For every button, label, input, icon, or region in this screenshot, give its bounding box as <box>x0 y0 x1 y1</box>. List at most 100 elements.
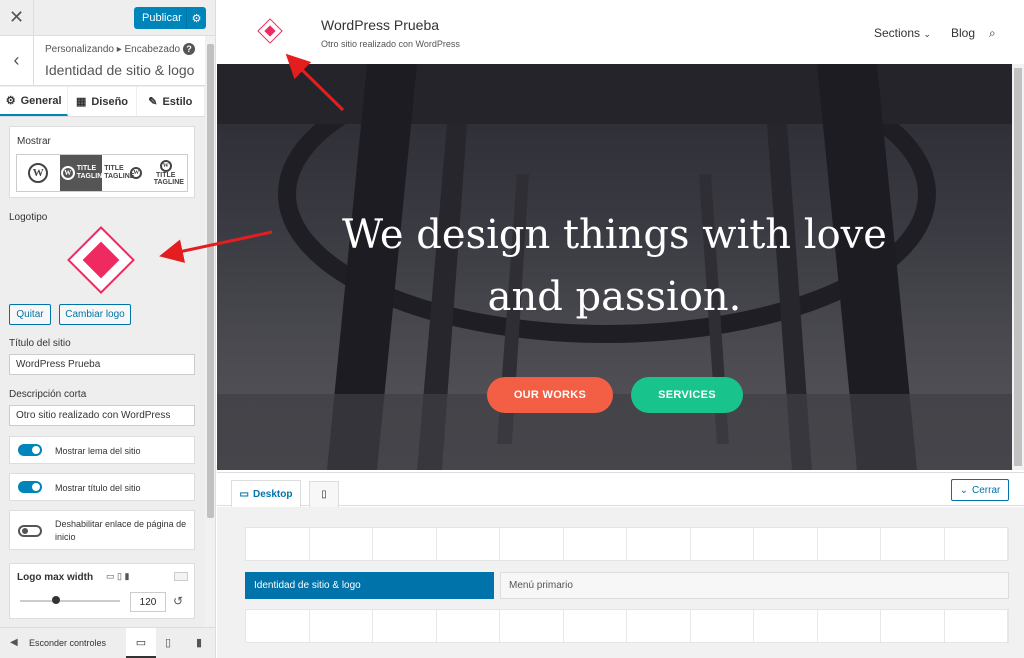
mobile-icon: ▯ <box>321 489 327 500</box>
publish-label: Publicar <box>142 12 182 24</box>
sidebar-scrollbar[interactable] <box>205 36 215 626</box>
tab-estilo-label: Estilo <box>162 95 193 108</box>
help-icon[interactable]: ? <box>183 43 195 55</box>
gear-icon[interactable]: ⚙ <box>186 7 206 29</box>
remove-logo-button[interactable]: Quitar <box>9 304 51 325</box>
builder-item-primary-menu[interactable]: Menú primario <box>500 572 1009 599</box>
preview-mobile-icon[interactable]: ▮ <box>196 636 202 649</box>
builder-row-bottom[interactable] <box>245 609 1009 643</box>
close-icon[interactable]: ✕ <box>0 0 34 35</box>
wordpress-logo-icon: W <box>60 166 75 180</box>
logo-preview <box>67 226 135 294</box>
show-options: W W TITLE TAGLINE TITLE TAGLINE W W TITLE T… <box>16 154 188 192</box>
tab-general-label: General <box>20 94 62 107</box>
toggle-show-title[interactable] <box>18 481 42 493</box>
change-logo-button[interactable]: Cambiar logo <box>59 304 131 325</box>
hero-section: We design things with love and passion. … <box>217 64 1012 470</box>
site-logo[interactable] <box>257 18 283 44</box>
wordpress-logo-icon: W <box>28 163 49 183</box>
preview-tablet-icon[interactable]: ▯ <box>165 636 171 649</box>
publish-button[interactable]: Publicar ⚙ <box>134 7 206 29</box>
site-description: Otro sitio realizado con WordPress <box>321 39 460 49</box>
nav-sections-label: Sections <box>874 26 921 40</box>
hide-controls-icon[interactable]: ◀ <box>10 637 18 648</box>
site-title[interactable]: WordPress Prueba <box>321 17 439 33</box>
logo-width-slider[interactable] <box>20 600 120 602</box>
desktop-icon[interactable]: ▭ <box>106 571 115 581</box>
tab-general[interactable]: ⚙ General <box>0 87 69 116</box>
toggle-title-label: Mostrar título del sitio <box>55 483 141 493</box>
show-option-logo-title[interactable]: W TITLE TAGLINE <box>59 155 107 191</box>
customizer-sidebar: ✕ Publicar ⚙ ‹ Personalizando ▸ Encabeza… <box>0 0 216 658</box>
site-header: WordPress Prueba Otro sitio realizado co… <box>217 0 1024 64</box>
toggle-show-tagline[interactable] <box>18 444 42 456</box>
tab-desktop[interactable]: ▭ Desktop <box>231 480 301 508</box>
short-desc-label: Descripción corta <box>9 389 87 400</box>
short-desc-field[interactable]: Otro sitio realizado con WordPress <box>9 405 195 426</box>
slider-handle[interactable] <box>52 596 60 604</box>
chevron-down-icon: ⌄ <box>923 29 931 39</box>
show-option-text: TITLE TAGLINE <box>76 165 107 180</box>
show-option-logo-stacked[interactable]: W TITLE TAGLINE <box>145 155 188 191</box>
hide-controls-label[interactable]: Esconder controles <box>29 638 106 648</box>
nav-blog[interactable]: Blog <box>951 26 975 40</box>
header-builder: Identidad de sitio & logo Menú primario <box>217 507 1024 658</box>
tab-desktop-label: Desktop <box>253 489 293 500</box>
tab-diseno[interactable]: ▦ Diseño <box>68 87 137 116</box>
unit-icon[interactable] <box>174 572 188 581</box>
customizer-footer: ◀ Esconder controles ▭ ▯ ▮ <box>0 627 215 658</box>
logo-max-width-label: Logo max width <box>17 572 94 583</box>
preview-scroll-thumb[interactable] <box>1014 68 1022 466</box>
breadcrumb-path: Personalizando ▸ Encabezado <box>45 44 181 55</box>
hero-heading: We design things with love and passion. <box>342 212 887 320</box>
wordpress-logo-icon: W <box>159 160 172 172</box>
close-builder-button[interactable]: ⌄ Cerrar <box>951 479 1009 501</box>
site-preview: WordPress Prueba Otro sitio realizado co… <box>217 0 1024 472</box>
toggle-homelink-row: Deshabilitar enlace de página de inicio <box>9 510 195 550</box>
toggle-disable-homelink[interactable] <box>18 525 42 537</box>
logo-width-input[interactable]: 120 <box>130 592 166 612</box>
search-icon[interactable]: ⌕ <box>989 26 996 41</box>
brush-icon: ✎ <box>148 96 158 108</box>
tablet-icon[interactable]: ▯ <box>117 571 122 581</box>
tab-mobile[interactable]: ▯ <box>309 481 339 507</box>
show-option-text: TITLE TAGLINE <box>153 172 184 186</box>
services-button[interactable]: SERVICES <box>631 377 743 413</box>
chevron-down-icon: ⌄ <box>959 484 969 496</box>
preview-desktop-icon[interactable]: ▭ <box>126 628 156 658</box>
section-tabs: ⚙ General ▦ Diseño ✎ Estilo <box>0 87 205 117</box>
scroll-thumb[interactable] <box>207 44 214 518</box>
close-builder-label: Cerrar <box>972 484 1001 496</box>
nav-sections[interactable]: Sections ⌄ <box>874 26 931 40</box>
desktop-icon: ▭ <box>239 489 249 500</box>
customizer-topbar: ✕ Publicar ⚙ <box>0 0 215 36</box>
tab-diseno-label: Diseño <box>91 95 129 108</box>
logo-max-width-control: Logo max width ▭ ▯ ▮ 120 ↺ <box>9 563 195 619</box>
builder-row-main: Identidad de sitio & logo Menú primario <box>245 572 1009 599</box>
builder-row-top[interactable] <box>245 527 1009 561</box>
toggle-tagline-label: Mostrar lema del sitio <box>55 446 141 456</box>
toggle-homelink-label: Deshabilitar enlace de página de inicio <box>55 519 187 542</box>
show-option-text: TITLE TAGLINE <box>104 165 135 180</box>
toggle-tagline-row: Mostrar lema del sitio <box>9 436 195 464</box>
show-option-title-logo[interactable]: TITLE TAGLINE W <box>102 155 145 191</box>
show-options-box: Mostrar W W TITLE TAGLINE TITLE TAGLINE W … <box>9 126 195 198</box>
wordpress-logo-icon: W <box>130 167 143 179</box>
show-option-logo[interactable]: W <box>17 155 60 191</box>
tab-estilo[interactable]: ✎ Estilo <box>137 87 205 116</box>
toggle-title-row: Mostrar título del sitio <box>9 473 195 501</box>
show-label: Mostrar <box>17 136 51 147</box>
device-bar: ▭ Desktop ▯ ⌄ Cerrar <box>217 472 1024 508</box>
site-title-field[interactable]: WordPress Prueba <box>9 354 195 375</box>
preview-scrollbar[interactable] <box>1012 64 1024 470</box>
reset-icon[interactable]: ↺ <box>173 594 183 608</box>
breadcrumb: ‹ Personalizando ▸ Encabezado Identidad … <box>0 36 205 86</box>
device-icons: ▭ ▯ ▮ <box>106 571 129 582</box>
gear-icon: ⚙ <box>5 95 16 107</box>
site-title-label: Título del sitio <box>9 338 71 349</box>
mobile-icon[interactable]: ▮ <box>125 571 130 581</box>
back-arrow-icon[interactable]: ‹ <box>0 36 34 85</box>
our-works-button[interactable]: OUR WORKS <box>487 377 613 413</box>
section-title: Identidad de sitio & logo <box>45 62 195 78</box>
builder-item-site-identity[interactable]: Identidad de sitio & logo <box>245 572 494 599</box>
